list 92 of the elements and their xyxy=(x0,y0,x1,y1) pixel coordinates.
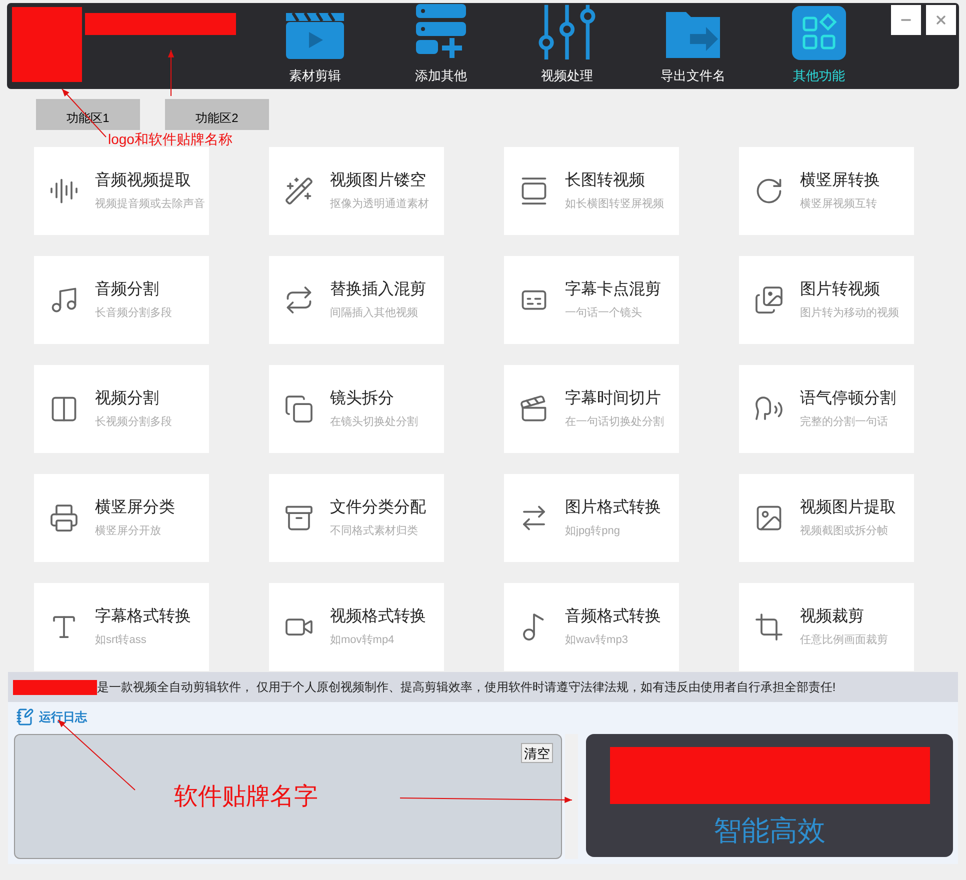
tool-card[interactable]: 视频格式转换 如mov转mp4 xyxy=(269,583,444,671)
annotation-arrow xyxy=(168,50,174,96)
tool-card[interactable]: 音频分割 长音频分割多段 xyxy=(34,256,209,344)
tool-title: 图片转视频 xyxy=(800,280,881,300)
images-icon xyxy=(754,285,784,315)
tool-title: 音频视频提取 xyxy=(95,170,192,192)
tool-card[interactable]: 字幕格式转换 如srt转ass xyxy=(34,583,209,671)
tool-subtitle: 间隔插入其他视频 xyxy=(330,306,419,322)
tool-card[interactable]: 音频视频提取 视频提音频或去除声音 xyxy=(34,147,209,235)
nav-tab[interactable]: 素材剪辑 xyxy=(252,3,378,89)
tool-subtitle: 如wav转mp3 xyxy=(565,633,629,648)
tool-subtitle: 横竖屏视频互转 xyxy=(800,197,878,212)
apps-grid-icon xyxy=(792,6,846,60)
notice-text: 是一款视频全自动剪辑软件， 仅用于个人原创视频制作、提高剪辑效率，使用软件时请遵守法律法规，如有违反由使用者自行承担全部责任! xyxy=(97,679,836,696)
tool-title: 视频格式转换 xyxy=(330,606,426,628)
tool-subtitle: 长音频分割多段 xyxy=(95,306,172,322)
split-columns-icon xyxy=(49,394,79,424)
tool-card[interactable]: 文件分类分配 不同格式素材归类 xyxy=(269,474,444,562)
scrollbar[interactable] xyxy=(565,734,578,859)
tool-title: 视频图片提取 xyxy=(800,498,896,518)
image-icon xyxy=(754,503,784,533)
minimize-button[interactable] xyxy=(891,5,921,35)
tool-card[interactable]: 图片转视频 图片转为移动的视频 xyxy=(739,256,914,344)
tool-title: 音频格式转换 xyxy=(565,606,661,628)
tool-title: 视频分割 xyxy=(95,388,160,410)
tool-title: 视频图片镂空 xyxy=(330,170,427,192)
tool-title: 图片格式转换 xyxy=(565,498,661,518)
tool-card[interactable]: 字幕时间切片 在一句话切换处分割 xyxy=(504,365,679,453)
tool-title: 文件分类分配 xyxy=(330,498,426,518)
tool-title: 横竖屏分类 xyxy=(95,498,175,518)
close-icon xyxy=(934,13,948,27)
tool-title: 字幕格式转换 xyxy=(95,606,191,628)
archive-icon xyxy=(284,503,314,533)
film-strip-icon xyxy=(519,176,549,206)
tool-subtitle: 长视频分割多段 xyxy=(95,414,172,430)
tool-subtitle: 视频截图或拆分帧 xyxy=(800,524,889,540)
tool-card[interactable]: 图片格式转换 如jpg转png xyxy=(504,474,679,562)
function-tab[interactable]: 功能区2 xyxy=(165,99,269,130)
tool-title: 语气停顿分割 xyxy=(800,388,896,410)
audio-wave-icon xyxy=(49,176,79,206)
layers-icon xyxy=(284,394,314,424)
tool-title: 音频分割 xyxy=(95,280,160,300)
tool-subtitle: 不同格式素材归类 xyxy=(330,524,419,540)
tool-card[interactable]: 音频格式转换 如wav转mp3 xyxy=(504,583,679,671)
swap-arrows-icon xyxy=(284,285,314,315)
log-label: 运行日志 xyxy=(39,709,87,726)
tool-subtitle: 图片转为移动的视频 xyxy=(800,306,899,322)
tool-subtitle: 如jpg转png xyxy=(565,524,622,540)
tool-card[interactable]: 视频裁剪 任意比例画面裁剪 xyxy=(739,583,914,671)
tool-card[interactable]: 视频图片提取 视频截图或拆分帧 xyxy=(739,474,914,562)
tool-title: 视频裁剪 xyxy=(800,606,865,628)
tool-title: 镜头拆分 xyxy=(330,388,395,410)
annotation-text: logo和软件贴牌名称 xyxy=(108,131,232,147)
tool-subtitle: 完整的分割一句话 xyxy=(800,414,889,430)
tool-subtitle: 视频提音频或去除声音 xyxy=(95,196,205,212)
tool-subtitle: 在一句话切换处分割 xyxy=(565,414,664,430)
tool-title: 字幕时间切片 xyxy=(565,388,662,410)
tool-card[interactable]: 语气停顿分割 完整的分割一句话 xyxy=(739,365,914,453)
tool-card[interactable]: 镜头拆分 在镜头切换处分割 xyxy=(269,365,444,453)
magic-wand-icon xyxy=(284,176,314,206)
crop-icon xyxy=(754,612,784,642)
tool-card[interactable]: 字幕卡点混剪 一句话一个镜头 xyxy=(504,256,679,344)
nav-tab[interactable]: 导出文件名 xyxy=(630,3,756,89)
rotate-icon xyxy=(754,176,784,206)
tool-subtitle: 如长横图转竖屏视频 xyxy=(565,197,664,212)
notebook-icon xyxy=(16,708,34,726)
tool-card[interactable]: 横竖屏转换 横竖屏视频互转 xyxy=(739,147,914,235)
tool-card[interactable]: 视频图片镂空 抠像为透明通道素材 xyxy=(269,147,444,235)
tool-card[interactable]: 视频分割 长视频分割多段 xyxy=(34,365,209,453)
nav-tab[interactable]: 视频处理 xyxy=(504,3,630,89)
clapperboard-icon xyxy=(519,394,549,424)
clear-button[interactable]: 清空 xyxy=(521,743,553,763)
tool-subtitle: 一句话一个镜头 xyxy=(565,306,643,322)
tool-title: 字幕卡点混剪 xyxy=(565,280,661,300)
tool-subtitle: 横竖屏分开放 xyxy=(95,524,162,540)
tool-card[interactable]: 横竖屏分类 横竖屏分开放 xyxy=(34,474,209,562)
close-button[interactable] xyxy=(926,5,956,35)
annotation-text: 软件贴牌名字 xyxy=(174,782,318,812)
tool-subtitle: 抠像为透明通道素材 xyxy=(330,196,429,212)
tool-card[interactable]: 替换插入混剪 间隔插入其他视频 xyxy=(269,256,444,344)
tool-subtitle: 如mov转mp4 xyxy=(330,633,396,648)
tool-subtitle: 在镜头切换处分割 xyxy=(330,414,418,430)
music-note-icon xyxy=(49,285,79,315)
tool-title: 替换插入混剪 xyxy=(330,280,426,300)
nav-tab[interactable]: 添加其他 xyxy=(378,3,504,89)
tool-subtitle: 如srt转ass xyxy=(95,633,148,648)
tool-card[interactable]: 长图转视频 如长横图转竖屏视频 xyxy=(504,147,679,235)
nav-tab[interactable]: 其他功能 xyxy=(756,3,882,89)
tool-title: 横竖屏转换 xyxy=(800,170,880,192)
tool-title: 长图转视频 xyxy=(565,170,646,192)
slogan: 智能高效 xyxy=(714,814,826,848)
tool-subtitle: 任意比例画面裁剪 xyxy=(800,632,888,648)
